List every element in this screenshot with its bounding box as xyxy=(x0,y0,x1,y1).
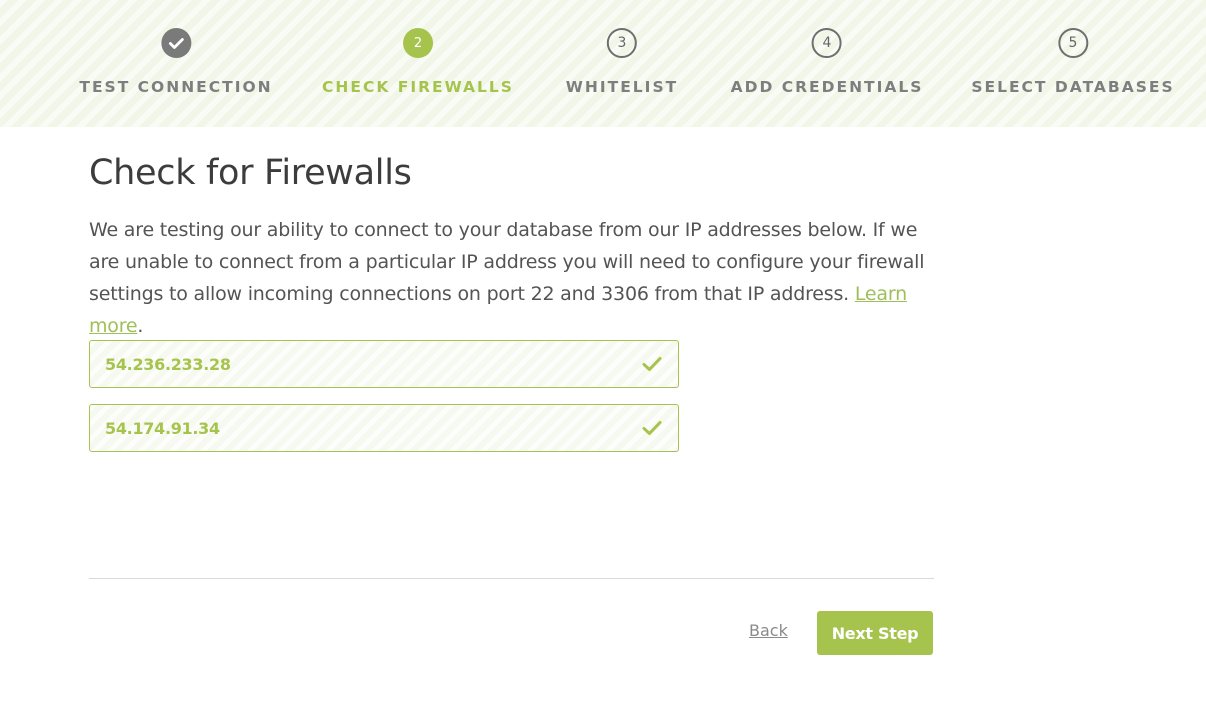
page-title: Check for Firewalls xyxy=(89,153,412,193)
step-label: ADD CREDENTIALS xyxy=(730,78,924,96)
ip-address: 54.236.233.28 xyxy=(105,354,231,374)
step-complete-indicator xyxy=(161,28,191,58)
check-icon xyxy=(642,421,662,435)
step-label: TEST CONNECTION xyxy=(79,78,273,96)
step-select-databases[interactable]: 5 SELECT DATABASES xyxy=(971,28,1174,96)
step-check-firewalls[interactable]: 2 CHECK FIREWALLS xyxy=(322,28,514,96)
description-period: . xyxy=(137,315,144,337)
description-text: We are testing our ability to connect to… xyxy=(89,219,925,305)
check-icon xyxy=(168,37,184,49)
step-label: CHECK FIREWALLS xyxy=(322,78,514,96)
step-label: SELECT DATABASES xyxy=(971,78,1175,96)
step-test-connection[interactable]: TEST CONNECTION xyxy=(79,28,272,96)
step-add-credentials[interactable]: 4 ADD CREDENTIALS xyxy=(731,28,924,96)
step-number: 3 xyxy=(606,28,637,58)
step-label: WHITELIST xyxy=(565,78,679,96)
firewall-description: We are testing our ability to connect to… xyxy=(89,214,939,342)
footer-divider xyxy=(89,578,934,579)
next-step-button[interactable]: Next Step xyxy=(817,611,933,655)
ip-address: 54.174.91.34 xyxy=(105,418,220,438)
ip-status-row: 54.174.91.34 xyxy=(89,404,679,452)
step-number: 5 xyxy=(1058,28,1088,58)
step-number: 2 xyxy=(402,28,433,58)
check-icon xyxy=(642,357,662,371)
step-number: 4 xyxy=(811,28,842,58)
step-whitelist[interactable]: 3 WHITELIST xyxy=(566,28,678,96)
back-link[interactable]: Back xyxy=(749,621,788,640)
ip-status-row: 54.236.233.28 xyxy=(89,340,679,388)
progress-stepper: TEST CONNECTION 2 CHECK FIREWALLS 3 WHIT… xyxy=(0,0,1206,127)
